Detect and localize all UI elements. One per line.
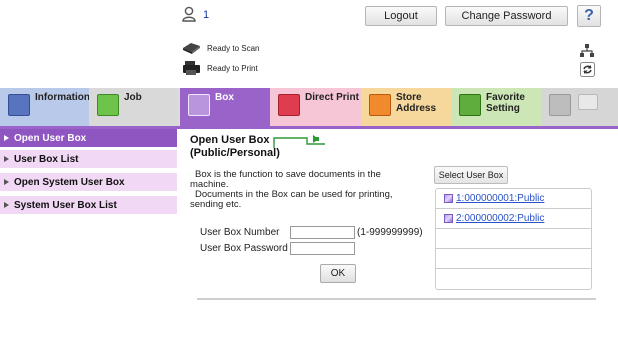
page-title: Open User Box (Public/Personal) — [190, 134, 280, 159]
select-user-box-button[interactable]: Select User Box — [434, 166, 508, 184]
tab-store-address[interactable]: Store Address — [361, 88, 451, 126]
refresh-icon[interactable] — [580, 62, 595, 77]
list-item[interactable]: 2:000000002:Public — [436, 209, 591, 229]
settings-icon — [549, 94, 571, 116]
sidebar-item-system-user-box-list[interactable]: System User Box List — [0, 196, 177, 214]
box-open-icon — [273, 135, 325, 148]
direct-print-icon — [278, 94, 300, 116]
keyboard-icon — [578, 94, 598, 110]
change-password-button[interactable]: Change Password — [445, 6, 568, 26]
sidebar-item-open-user-box[interactable]: Open User Box — [0, 129, 177, 147]
help-button[interactable]: ? — [577, 5, 601, 27]
ok-button[interactable]: OK — [320, 264, 356, 283]
tab-favorite-setting[interactable]: Favorite Setting — [451, 88, 541, 126]
list-item[interactable]: 1:000000001:Public — [436, 189, 591, 209]
sidebar-item-open-system-user-box[interactable]: Open System User Box — [0, 173, 177, 191]
scan-status: Ready to Scan — [182, 41, 259, 55]
job-icon — [97, 94, 119, 116]
store-address-icon — [369, 94, 391, 116]
user-box-password-input[interactable] — [290, 242, 355, 255]
network-icon — [580, 44, 594, 57]
box-icon — [444, 194, 453, 203]
tab-direct-print-label: Direct Print — [305, 92, 359, 103]
list-item-empty — [436, 249, 591, 269]
user-box-number-range: (1-999999999) — [357, 227, 423, 238]
logout-button[interactable]: Logout — [365, 6, 437, 26]
tab-disabled — [541, 88, 618, 126]
sidebar-item-label: User Box List — [14, 153, 79, 165]
tab-favorite-setting-label: Favorite Setting — [486, 92, 525, 114]
section-divider — [197, 298, 596, 300]
arrow-right-icon — [4, 179, 9, 185]
tab-information-label: Information — [35, 92, 90, 103]
tab-information[interactable]: Information — [0, 88, 90, 126]
tab-direct-print[interactable]: Direct Print — [270, 88, 361, 126]
box-link[interactable]: 2:000000002:Public — [456, 213, 544, 224]
tab-job-label: Job — [124, 92, 142, 103]
tab-box[interactable]: Box — [180, 88, 270, 126]
sidebar-item-label: Open System User Box — [14, 176, 125, 188]
user-box-list: 1:000000001:Public 2:000000002:Public — [435, 188, 592, 290]
scanner-icon — [183, 43, 200, 54]
scan-status-text: Ready to Scan — [207, 43, 260, 53]
box-link[interactable]: 1:000000001:Public — [456, 193, 544, 204]
sidebar-item-user-box-list[interactable]: User Box List — [0, 150, 177, 168]
tab-box-label: Box — [215, 92, 234, 103]
box-icon — [444, 214, 453, 223]
printer-icon — [183, 61, 200, 75]
arrow-right-icon — [4, 156, 9, 162]
arrow-right-icon — [4, 135, 9, 141]
user-icon — [182, 6, 196, 22]
favorite-setting-icon — [459, 94, 481, 116]
list-item-empty — [436, 229, 591, 249]
tab-store-address-label: Store Address — [396, 92, 437, 114]
tab-job[interactable]: Job — [89, 88, 178, 126]
arrow-right-icon — [4, 202, 9, 208]
sidebar-item-label: System User Box List — [14, 199, 117, 211]
box-icon — [188, 94, 210, 116]
print-status: Ready to Print — [182, 60, 258, 76]
print-status-text: Ready to Print — [207, 63, 258, 73]
user-count: 1 — [203, 9, 210, 21]
description-line-4: sending etc. — [190, 199, 242, 210]
user-box-password-label: User Box Password — [200, 243, 288, 254]
information-icon — [8, 94, 30, 116]
sidebar-item-label: Open User Box — [14, 132, 87, 144]
user-box-number-input[interactable] — [290, 226, 355, 239]
list-item-empty — [436, 269, 591, 289]
user-box-number-label: User Box Number — [200, 227, 280, 238]
